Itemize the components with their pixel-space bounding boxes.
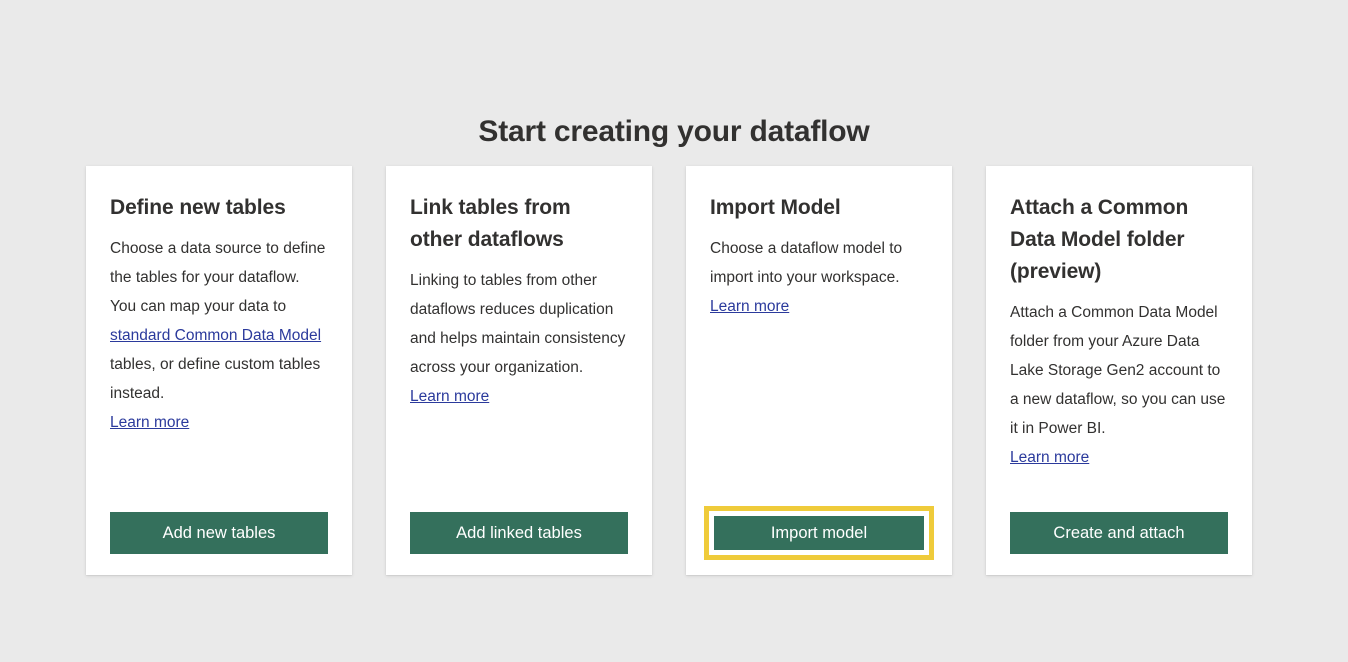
create-and-attach-button[interactable]: Create and attach — [1010, 512, 1228, 554]
card-spacer — [110, 437, 328, 575]
add-new-tables-button[interactable]: Add new tables — [110, 512, 328, 554]
add-linked-tables-button[interactable]: Add linked tables — [410, 512, 628, 554]
card-description: Choose a data source to define the table… — [110, 234, 328, 408]
card-link-tables: Link tables from other dataflows Linking… — [386, 166, 652, 575]
card-description: Attach a Common Data Model folder from y… — [1010, 304, 1226, 437]
card-attach-cdm-folder: Attach a Common Data Model folder (previ… — [986, 166, 1252, 575]
card-action-area: Add linked tables — [410, 512, 628, 554]
card-description: Choose a dataflow model to import into y… — [710, 240, 903, 286]
import-model-focus-highlight: Import model — [704, 506, 934, 560]
card-description: Linking to tables from other dataflows r… — [410, 272, 626, 376]
learn-more-link[interactable]: Learn more — [710, 292, 789, 321]
page-title: Start creating your dataflow — [478, 115, 870, 149]
card-import-model: Import Model Choose a dataflow model to … — [686, 166, 952, 575]
learn-more-link[interactable]: Learn more — [410, 382, 489, 411]
card-title: Import Model — [710, 196, 841, 219]
learn-more-link[interactable]: Learn more — [1010, 443, 1089, 472]
card-action-area: Add new tables — [110, 512, 328, 554]
learn-more-link[interactable]: Learn more — [110, 408, 189, 437]
card-define-new-tables: Define new tables Choose a data source t… — [86, 166, 352, 575]
learn-more-line: Learn more — [410, 382, 628, 411]
learn-more-line: Learn more — [110, 408, 328, 437]
card-row: Define new tables Choose a data source t… — [86, 166, 1262, 575]
card-description-text-after-link: tables, or define custom tables instead. — [110, 356, 321, 402]
inline-link-common-data-model[interactable]: standard Common Data Model — [110, 327, 321, 344]
learn-more-line: Learn more — [710, 292, 928, 321]
learn-more-line: Learn more — [1010, 443, 1228, 472]
card-title: Attach a Common Data Model folder (previ… — [1010, 196, 1189, 283]
import-model-button[interactable]: Import model — [714, 516, 924, 550]
card-title: Define new tables — [110, 196, 286, 219]
dataflow-start-page: Start creating your dataflow Define new … — [0, 0, 1348, 662]
card-action-area: Create and attach — [1010, 512, 1228, 554]
card-description-text-before-link: Choose a data source to define the table… — [110, 240, 326, 315]
card-title: Link tables from other dataflows — [410, 196, 571, 251]
